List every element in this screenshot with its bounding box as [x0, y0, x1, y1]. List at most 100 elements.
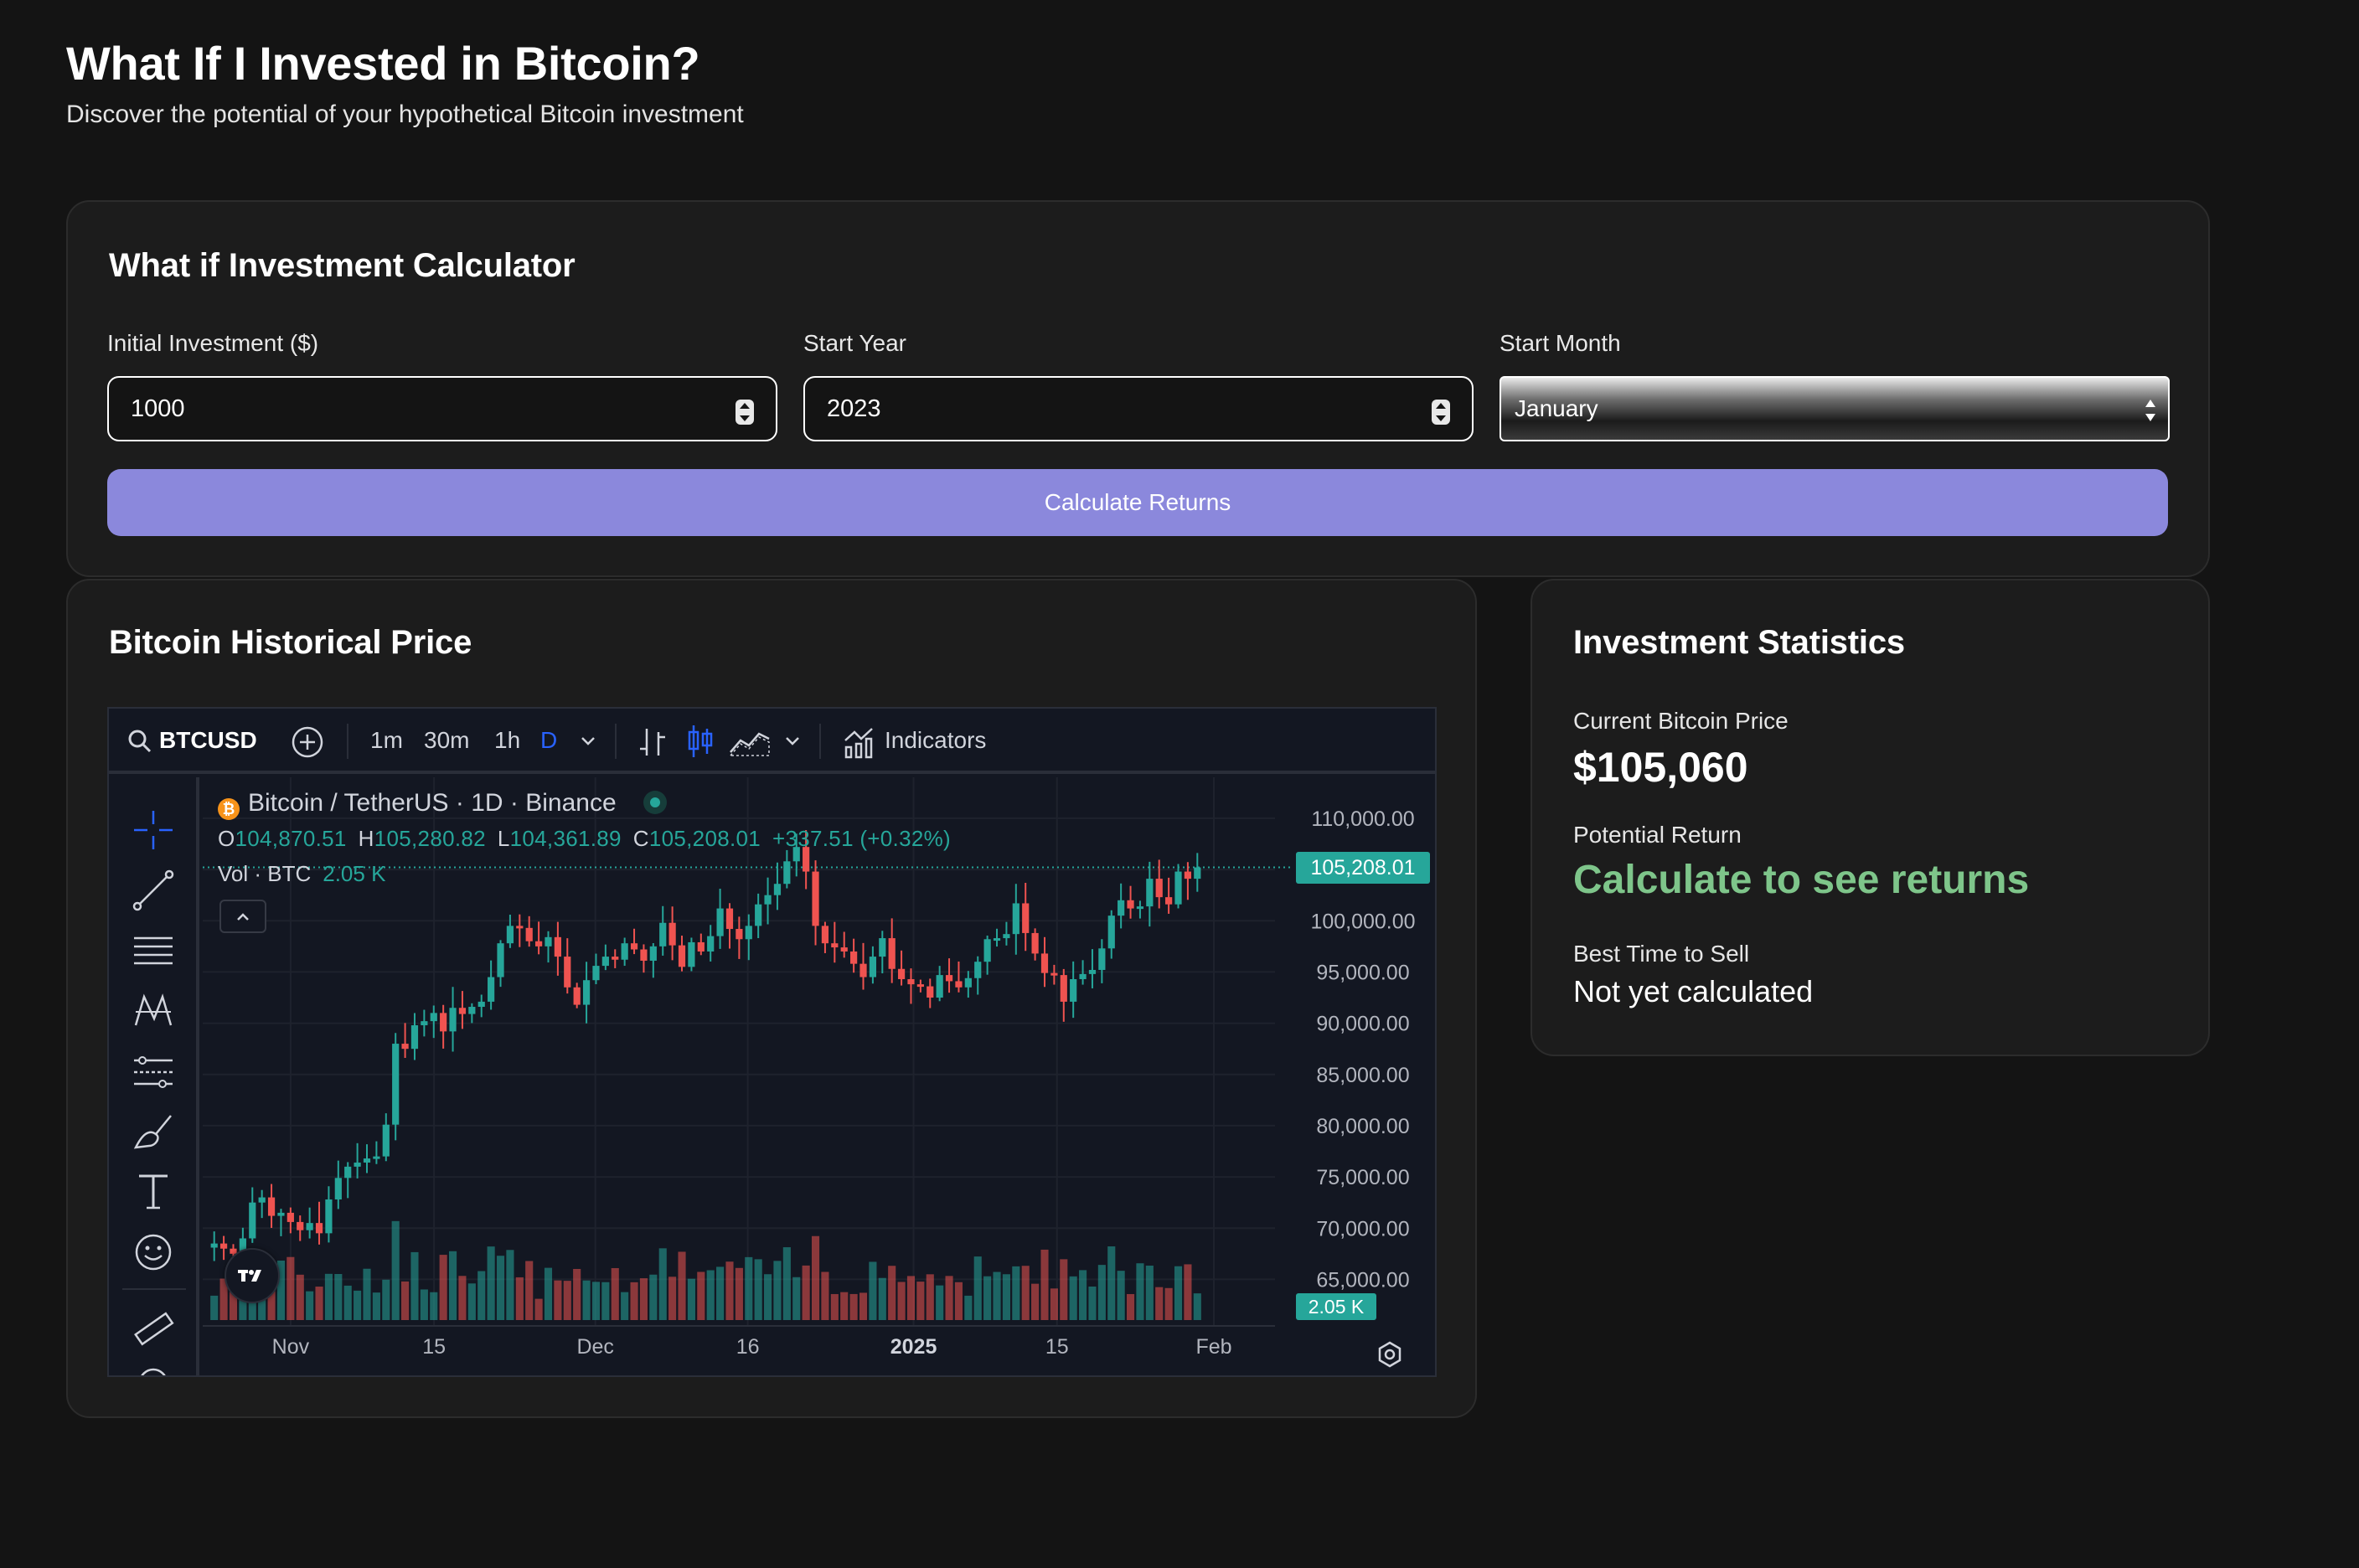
candles-chart-type-icon[interactable]	[685, 724, 715, 759]
area-chart-type-icon[interactable]	[729, 727, 771, 757]
collapse-legend-button[interactable]	[219, 900, 266, 933]
volume-bar	[926, 1274, 934, 1320]
candle-body	[668, 922, 676, 946]
volume-bar	[1060, 1259, 1068, 1320]
chevron-down-icon[interactable]	[784, 735, 801, 747]
candle-body	[325, 1199, 333, 1234]
candle-body	[506, 926, 514, 944]
price-chart[interactable]: 110,000.00105,000.00100,000.0095,000.009…	[203, 777, 1437, 1377]
crosshair-icon[interactable]	[131, 807, 176, 853]
volume-bar	[764, 1274, 772, 1320]
close-value: 105,208.01	[648, 826, 761, 851]
candle-body	[277, 1212, 285, 1216]
volume-bar	[1031, 1283, 1040, 1320]
candle-body	[582, 980, 591, 1005]
interval-1h[interactable]: 1h	[494, 709, 520, 772]
volume-bar	[467, 1283, 476, 1320]
tradingview-logo-icon[interactable]	[225, 1248, 280, 1303]
volume-bar	[458, 1276, 467, 1320]
chevron-down-icon[interactable]	[580, 735, 596, 747]
x-tick-label: Feb	[1195, 1335, 1231, 1359]
search-icon[interactable]	[127, 729, 152, 754]
candle-body	[964, 977, 972, 988]
volume-bar	[363, 1268, 371, 1320]
interval-30m[interactable]: 30m	[424, 709, 469, 772]
interval-d[interactable]: D	[540, 709, 557, 772]
candle-body	[745, 926, 752, 940]
volume-bar	[878, 1277, 886, 1320]
market-status-icon[interactable]	[643, 791, 667, 814]
candle-body	[1174, 871, 1182, 905]
candle-body	[983, 939, 991, 962]
volume-bar	[391, 1220, 400, 1320]
x-tick-label: 16	[736, 1335, 760, 1359]
candle-body	[621, 943, 628, 960]
volume-bar	[334, 1273, 343, 1320]
indicators-icon[interactable]	[843, 725, 875, 759]
x-tick-label: 15	[422, 1335, 446, 1359]
candle-body	[1022, 903, 1030, 933]
candle-body	[1088, 969, 1097, 974]
zoom-icon[interactable]	[131, 1360, 176, 1377]
start-month-select[interactable]: January	[1500, 376, 2170, 441]
chart-area[interactable]: 110,000.00105,000.00100,000.0095,000.009…	[203, 777, 1437, 1377]
volume-bar	[668, 1277, 677, 1320]
candle-body	[249, 1202, 256, 1239]
compare-add-icon[interactable]	[290, 725, 325, 760]
initial-investment-input[interactable]: 1000	[107, 376, 777, 441]
volume-bar	[563, 1281, 571, 1320]
emoji-icon[interactable]	[131, 1230, 176, 1275]
chart-settings-icon[interactable]	[1376, 1340, 1404, 1369]
number-stepper-icon[interactable]	[1432, 400, 1450, 425]
bitcoin-logo-icon: ₿	[218, 798, 240, 820]
candle-body	[907, 978, 915, 985]
y-tick-label: 95,000.00	[1316, 961, 1409, 984]
interval-1m[interactable]: 1m	[370, 709, 403, 772]
volume-bar	[601, 1282, 610, 1320]
candle-body	[897, 968, 906, 979]
candle-body	[1050, 972, 1058, 976]
page: What If I Invested in Bitcoin? Discover …	[0, 0, 2359, 1568]
bar-chart-type-icon[interactable]	[637, 725, 668, 759]
candle-body	[1012, 903, 1019, 935]
candle-body	[736, 929, 743, 940]
volume-bar	[1012, 1266, 1020, 1320]
trend-line-icon[interactable]	[131, 868, 176, 913]
volume-bar	[945, 1276, 953, 1320]
start-year-label: Start Year	[803, 330, 906, 356]
symbol-label[interactable]: BTCUSD	[159, 709, 257, 772]
candle-body	[659, 922, 667, 946]
candle-body	[783, 861, 791, 885]
start-year-input[interactable]: 2023	[803, 376, 1474, 441]
number-stepper-icon[interactable]	[736, 400, 754, 425]
volume-bar	[286, 1256, 295, 1320]
forecasting-icon[interactable]	[131, 1049, 176, 1094]
ruler-icon[interactable]	[131, 1307, 176, 1352]
calculator-title: What if Investment Calculator	[109, 247, 576, 284]
brush-icon[interactable]	[131, 1109, 176, 1154]
change-value: +337.51 (+0.32%)	[772, 826, 951, 851]
calculate-returns-button[interactable]: Calculate Returns	[107, 469, 2168, 536]
tradingview-widget[interactable]: BTCUSD 1m 30m 1h D Indicators 110,000.00…	[107, 707, 1437, 1377]
candle-body	[601, 957, 609, 967]
volume-row: Vol · BTC 2.05 K	[218, 861, 385, 887]
candle-body	[725, 908, 734, 930]
high-value: 105,280.82	[374, 826, 486, 851]
candle-body	[592, 966, 600, 981]
indicators-button[interactable]: Indicators	[885, 709, 986, 772]
candle-body	[955, 981, 963, 988]
candle-body	[755, 904, 762, 926]
volume-bar	[792, 1277, 801, 1320]
fib-retracement-icon[interactable]	[131, 928, 176, 973]
volume-bar	[324, 1273, 333, 1320]
volume-bar	[1136, 1263, 1144, 1320]
candle-body	[697, 941, 705, 952]
volume-bar	[973, 1256, 982, 1320]
volume-bar	[525, 1261, 534, 1320]
text-tool-icon[interactable]	[131, 1169, 176, 1215]
candle-body	[410, 1025, 419, 1050]
y-tick-label: 80,000.00	[1316, 1115, 1409, 1138]
pattern-icon[interactable]	[131, 988, 176, 1034]
candle-body	[354, 1162, 361, 1167]
candle-body	[773, 884, 782, 895]
